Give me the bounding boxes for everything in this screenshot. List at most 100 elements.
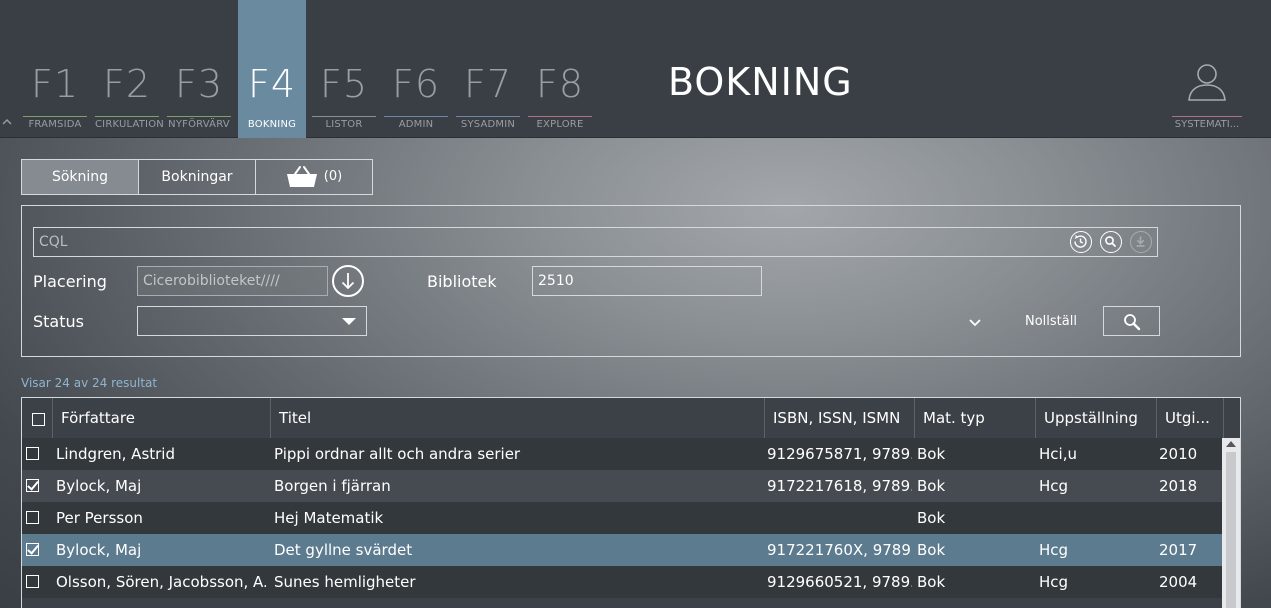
cell-isbn	[767, 502, 912, 534]
table-row[interactable]: Bylock, Maj Borgen i fjärran 9172217618,…	[22, 470, 1222, 502]
table-row[interactable]: Lindgren, Astrid Pippi ordnar allt och a…	[22, 438, 1222, 470]
tab-bookings[interactable]: Bokningar	[139, 160, 256, 194]
nav-tab-f3-nyforvarv[interactable]: F3 NYFÖRVÄRV	[165, 0, 233, 138]
bibliotek-label: Bibliotek	[427, 272, 497, 291]
reset-button[interactable]: Nollställ	[1025, 314, 1077, 330]
column-header-material-type[interactable]: Mat. typ	[915, 398, 1036, 438]
scroll-up-icon[interactable]	[1226, 441, 1236, 447]
cell-material-type: Bok	[917, 541, 946, 559]
cell-title: Sunes hemligheter	[274, 573, 416, 591]
cell-published: 2018	[1159, 477, 1198, 495]
nav-tab-key: F3	[174, 62, 224, 106]
nav-tab-key: F6	[391, 62, 441, 106]
nav-tab-f4-bokning[interactable]: F4 BOKNING	[238, 0, 306, 138]
status-dropdown[interactable]	[137, 306, 367, 336]
nav-tab-label: EXPLORE	[528, 116, 592, 131]
cell-isbn: 9172217618, 9789...	[767, 477, 912, 495]
placering-label: Placering	[33, 272, 107, 291]
table-row-partial	[22, 598, 1222, 608]
cell-shelf: Hcg	[1039, 477, 1069, 495]
cell-author: Olsson, Sören, Jacobsson, A...	[56, 573, 266, 591]
row-checkbox[interactable]	[26, 543, 39, 556]
nav-tab-key: F4	[247, 62, 297, 106]
cell-published: 2004	[1159, 573, 1198, 591]
tab-search[interactable]: Sökning	[22, 160, 139, 194]
nav-tab-label: BOKNING	[247, 119, 297, 130]
cell-shelf	[1039, 502, 1154, 534]
status-label: Status	[33, 312, 84, 331]
cell-author: Per Persson	[56, 509, 143, 527]
table-row[interactable]: Bylock, Maj Det gyllne svärdet 917221760…	[22, 534, 1222, 566]
result-count: Visar 24 av 24 resultat	[21, 376, 158, 390]
cell-published: 2017	[1159, 541, 1198, 559]
vertical-scrollbar[interactable]	[1222, 438, 1240, 608]
nav-tab-label: NYFÖRVÄRV	[167, 116, 231, 131]
row-checkbox[interactable]	[26, 447, 39, 460]
download-icon[interactable]	[1130, 231, 1152, 253]
placering-input[interactable]	[138, 267, 327, 295]
select-all-cell	[22, 398, 53, 438]
cell-material-type: Bok	[917, 573, 946, 591]
cell-author: Bylock, Maj	[56, 477, 142, 495]
cell-published: 2010	[1159, 445, 1198, 463]
cell-material-type: Bok	[917, 509, 946, 527]
scrollbar-thumb[interactable]	[1226, 452, 1236, 608]
nav-tab-key: F1	[30, 62, 80, 106]
results-table: Författare Titel ISBN, ISSN, ISMN Mat. t…	[21, 397, 1241, 608]
table-row[interactable]: Olsson, Sören, Jacobsson, A... Sunes hem…	[22, 566, 1222, 598]
user-menu-label: SYSTEMATI...	[1172, 116, 1242, 131]
cell-shelf: Hcg	[1039, 573, 1069, 591]
user-icon	[1188, 64, 1226, 101]
select-all-checkbox[interactable]	[32, 413, 45, 426]
tab-cart[interactable]: (0)	[256, 160, 372, 194]
row-checkbox[interactable]	[26, 479, 39, 492]
cell-isbn: 917221760X, 9789...	[767, 541, 912, 559]
search-panel: Placering Bibliotek Status Nollställ	[21, 205, 1241, 357]
column-header-author[interactable]: Författare	[53, 398, 271, 438]
cell-title: Det gyllne svärdet	[274, 541, 413, 559]
nav-tab-key: F2	[102, 62, 152, 106]
cql-input[interactable]	[34, 228, 1157, 256]
column-header-shelf[interactable]: Uppställning	[1036, 398, 1157, 438]
chevron-up-icon[interactable]	[2, 118, 14, 128]
chevron-down-icon[interactable]	[968, 314, 982, 328]
nav-tab-f2-cirkulation[interactable]: F2 CIRKULATION	[93, 0, 164, 138]
search-icon	[1124, 314, 1141, 331]
row-checkbox[interactable]	[26, 511, 39, 524]
nav-tab-label: CIRKULATION	[95, 116, 164, 131]
nav-tab-label: SYSADMIN	[456, 116, 520, 131]
cell-shelf: Hci,u	[1039, 445, 1077, 463]
booking-subtabs: Sökning Bokningar (0)	[21, 159, 373, 195]
user-menu[interactable]: SYSTEMATI...	[1172, 56, 1242, 136]
column-header-published[interactable]: Utgi...	[1157, 398, 1224, 438]
column-header-isbn[interactable]: ISBN, ISSN, ISMN	[765, 398, 915, 438]
nav-tab-f5-listor[interactable]: F5 LISTOR	[310, 0, 378, 138]
nav-tab-f1-framsida[interactable]: F1 FRAMSIDA	[21, 0, 89, 138]
column-header-title[interactable]: Titel	[271, 398, 765, 438]
cell-published	[1159, 502, 1219, 534]
history-icon[interactable]	[1070, 231, 1092, 253]
bibliotek-input[interactable]	[533, 267, 761, 295]
nav-tab-label: ADMIN	[384, 116, 448, 131]
nav-tab-f6-admin[interactable]: F6 ADMIN	[382, 0, 450, 138]
cell-author: Lindgren, Astrid	[56, 445, 175, 463]
nav-tab-label: FRAMSIDA	[23, 116, 87, 131]
cell-title: Hej Matematik	[274, 509, 384, 527]
arrow-down-circle-icon[interactable]	[332, 265, 364, 297]
table-row[interactable]: Per Persson Hej Matematik Bok	[22, 502, 1222, 534]
search-icon[interactable]	[1100, 231, 1122, 253]
basket-icon	[286, 166, 317, 187]
cell-material-type: Bok	[917, 477, 946, 495]
cell-author: Bylock, Maj	[56, 541, 142, 559]
cell-isbn: 9129675871, 9789...	[767, 445, 912, 463]
row-checkbox[interactable]	[26, 575, 39, 588]
nav-tab-f7-sysadmin[interactable]: F7 SYSADMIN	[454, 0, 522, 138]
page-title: BOKNING	[668, 60, 853, 104]
search-button[interactable]	[1103, 306, 1160, 336]
nav-tab-key: F8	[535, 62, 585, 106]
cell-shelf: Hcg	[1039, 541, 1069, 559]
cell-isbn: 9129660521, 9789...	[767, 573, 912, 591]
cql-field	[33, 227, 1158, 257]
nav-tab-f8-explore[interactable]: F8 EXPLORE	[526, 0, 594, 138]
bibliotek-field	[532, 266, 762, 296]
